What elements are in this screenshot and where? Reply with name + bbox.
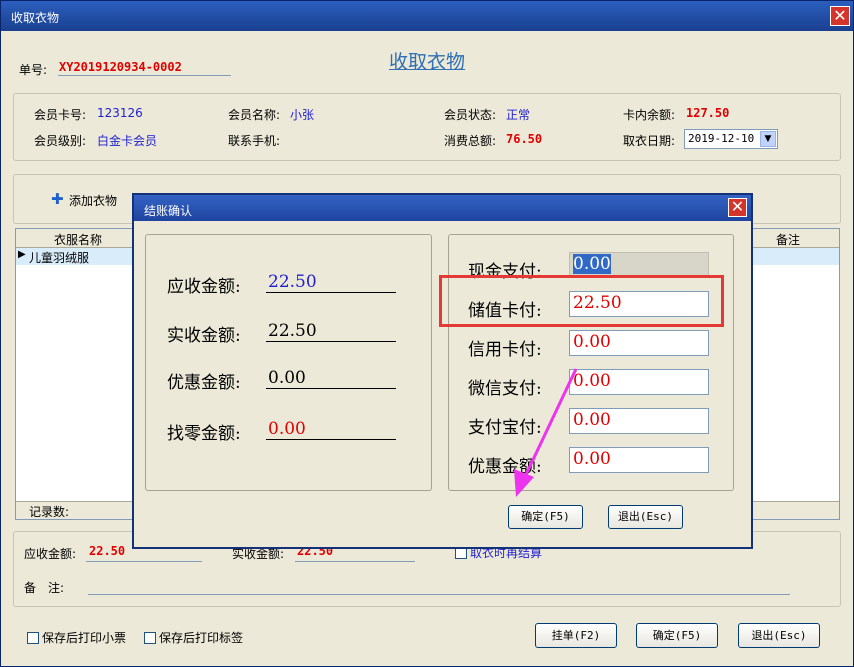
row-pointer-icon: ▶ bbox=[18, 249, 26, 260]
dialog-title: 结账确认 bbox=[144, 204, 193, 218]
column-header-note[interactable]: 备注 bbox=[776, 231, 800, 248]
pointer-arrow-icon bbox=[514, 368, 578, 497]
member-status: 正常 bbox=[506, 108, 531, 122]
chevron-down-icon[interactable]: ▼ bbox=[760, 131, 776, 147]
dialog-title-bar: 结账确认 bbox=[134, 195, 751, 221]
discount-payment-input[interactable]: 0.00 bbox=[569, 447, 709, 473]
close-icon[interactable]: ✕ bbox=[830, 6, 850, 26]
member-balance: 127.50 bbox=[686, 106, 730, 120]
page-title: 收取衣物 bbox=[389, 51, 466, 73]
dialog-received: 22.50 bbox=[268, 321, 317, 341]
credit-payment-input[interactable]: 0.00 bbox=[569, 330, 709, 356]
amount-group: 应收金额: 22.50 实收金额: 22.50 优惠金额: 0.00 找零金额:… bbox=[145, 234, 432, 491]
dialog-discount: 0.00 bbox=[268, 368, 306, 388]
window-title: 收取衣物 bbox=[11, 11, 60, 25]
print-tag-checkbox[interactable]: 保存后打印标签 bbox=[144, 629, 243, 646]
main-window: 收取衣物 ✕ 单号: XY2019120934-0002 收取衣物 会员卡号: … bbox=[0, 0, 854, 667]
payment-group: 现金支付: 0.00 储值卡付: 22.50 信用卡付: 0.00 微信支付: … bbox=[448, 234, 734, 491]
add-clothes-button[interactable]: 添加衣物 bbox=[69, 192, 117, 209]
alipay-payment-input[interactable]: 0.00 bbox=[569, 408, 709, 434]
order-number: XY2019120934-0002 bbox=[59, 60, 182, 74]
column-header-name[interactable]: 衣服名称 bbox=[54, 231, 102, 248]
print-receipt-checkbox[interactable]: 保存后打印小票 bbox=[27, 629, 126, 646]
highlight-box bbox=[439, 275, 724, 327]
dialog-close-icon[interactable]: ✕ bbox=[728, 198, 747, 217]
summary-receivable: 22.50 bbox=[89, 544, 126, 558]
plus-icon: ✚ bbox=[51, 190, 64, 208]
member-level: 白金卡会员 bbox=[97, 134, 158, 148]
exit-button[interactable]: 退出(Esc) bbox=[738, 623, 820, 648]
member-info-panel: 会员卡号: 123126 会员名称: 小张 会员状态: 正常 卡内余额: 127… bbox=[13, 93, 841, 161]
member-card-no: 123126 bbox=[97, 106, 143, 120]
dialog-receivable: 22.50 bbox=[268, 272, 317, 292]
title-bar: 收取衣物 bbox=[1, 1, 853, 31]
order-label: 单号: bbox=[19, 63, 48, 77]
member-name: 小张 bbox=[290, 108, 315, 122]
dialog-exit-button[interactable]: 退出(Esc) bbox=[608, 505, 683, 529]
note-input[interactable] bbox=[88, 594, 790, 595]
checkout-dialog: 结账确认 ✕ 应收金额: 22.50 实收金额: 22.50 优惠金额: 0.0… bbox=[132, 193, 753, 549]
pickup-date-picker[interactable]: 2019-12-10 ▼ bbox=[684, 129, 778, 149]
confirm-button[interactable]: 确定(F5) bbox=[636, 623, 718, 648]
member-spent: 76.50 bbox=[506, 132, 543, 146]
dialog-confirm-button[interactable]: 确定(F5) bbox=[508, 505, 583, 529]
hang-order-button[interactable]: 挂单(F2) bbox=[535, 623, 617, 648]
dialog-change: 0.00 bbox=[268, 419, 306, 439]
wechat-payment-input[interactable]: 0.00 bbox=[569, 369, 709, 395]
